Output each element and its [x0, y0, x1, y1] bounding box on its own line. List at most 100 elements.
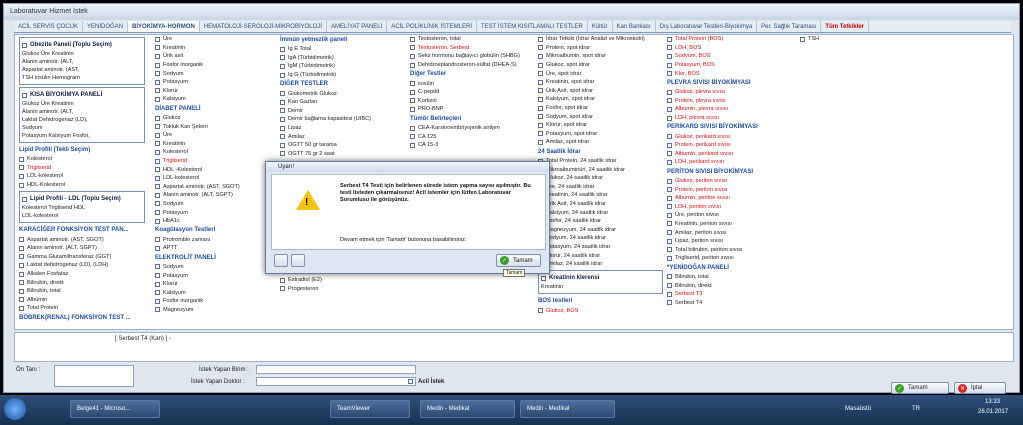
test-checkbox[interactable] [667, 247, 672, 253]
test-item[interactable]: Sodyum, spot idrar [538, 112, 663, 121]
test-item[interactable]: Albumin, plevra sıvısı [667, 105, 795, 114]
test-item[interactable]: Albumin, perikard sıvısı [667, 150, 795, 159]
test-checkbox[interactable] [155, 96, 160, 102]
test-item[interactable]: Demir [280, 107, 398, 116]
test-checkbox[interactable] [667, 255, 672, 261]
test-item[interactable]: Mikroalbumin, spot idrar [538, 52, 663, 61]
test-item[interactable]: Lipaz [280, 124, 398, 133]
ok-button[interactable]: ✓ Tamam [891, 382, 949, 394]
test-item[interactable]: Glukoz, BOS [538, 306, 663, 315]
test-checkbox[interactable] [155, 45, 160, 51]
test-item[interactable]: Albümin [19, 296, 145, 305]
test-item[interactable]: Ürik Asit, spot idrar [538, 87, 663, 96]
test-checkbox[interactable] [538, 105, 543, 111]
test-checkbox[interactable] [155, 298, 160, 304]
task-medin-2[interactable]: Medin - Medikal [520, 400, 615, 418]
test-checkbox[interactable] [800, 36, 805, 42]
test-item[interactable]: Bilirubin, total [19, 287, 145, 296]
test-item[interactable]: Trigliserid [155, 157, 273, 166]
dialog-details-button[interactable] [291, 254, 305, 267]
test-checkbox[interactable] [410, 89, 415, 95]
panel-title[interactable]: KISA BİYOKİMYA PANELİ [22, 90, 142, 100]
test-checkbox[interactable] [19, 165, 24, 171]
test-checkbox[interactable] [667, 274, 672, 280]
panel-checkbox[interactable] [22, 196, 27, 202]
test-item[interactable]: C-peptid [410, 88, 535, 97]
test-item[interactable]: Trigliserid [19, 164, 145, 173]
start-orb-icon[interactable] [4, 398, 26, 420]
test-item[interactable]: Kolesterol [155, 148, 273, 157]
test-item[interactable]: Potasyum, BOS [667, 61, 795, 70]
tab-0[interactable]: ACİL SERVİS ÇOCUK [14, 21, 84, 32]
test-checkbox[interactable] [280, 277, 285, 283]
test-item[interactable]: Kalsiyum [155, 288, 273, 297]
panel-title[interactable]: Lipid Profili - LDL (Toplu Seçim) [22, 194, 142, 204]
test-item[interactable]: Lipaz, periton sıvısı [667, 237, 795, 246]
test-item[interactable]: APTT [155, 244, 273, 253]
task-word[interactable]: Belge41 - Microso... [70, 400, 160, 418]
test-checkbox[interactable] [538, 122, 543, 128]
test-item[interactable]: Alkalen Fosfataz [19, 270, 145, 279]
test-checkbox[interactable] [19, 280, 24, 286]
test-item[interactable]: LDH, plevra sıvısı [667, 114, 795, 123]
test-checkbox[interactable] [155, 53, 160, 59]
test-checkbox[interactable] [155, 192, 160, 198]
test-item[interactable]: HDL-Kolesterol [19, 181, 145, 190]
tab-7[interactable]: Kültür [588, 21, 613, 32]
test-checkbox[interactable] [667, 195, 672, 201]
test-item[interactable]: Amilaz, spot idrar [538, 138, 663, 147]
test-item[interactable]: Ürik Asit, 24 saatlik idrar [538, 200, 663, 209]
test-item[interactable]: Kalsiyum, spot idrar [538, 95, 663, 104]
test-checkbox[interactable] [155, 175, 160, 181]
test-checkbox[interactable] [155, 115, 160, 121]
test-checkbox[interactable] [155, 184, 160, 190]
test-item[interactable]: Protein, perikard sıvısı [667, 141, 795, 150]
test-item[interactable]: Kan Gazları [280, 98, 398, 107]
test-checkbox[interactable] [155, 210, 160, 216]
test-checkbox[interactable] [667, 115, 672, 121]
test-item[interactable]: Sodyum [155, 263, 273, 272]
dialog-ok-button[interactable]: ✓ Tamam [496, 254, 541, 267]
test-item[interactable]: Progesteron [280, 285, 398, 294]
tab-9[interactable]: Dış Laboratuvar Testleri-Biyokimya [656, 21, 758, 32]
test-item[interactable]: CA 125 [410, 132, 535, 141]
test-checkbox[interactable] [280, 46, 285, 52]
test-checkbox[interactable] [280, 55, 285, 61]
test-checkbox[interactable] [538, 62, 543, 68]
test-item[interactable]: Kalsiyum [155, 95, 273, 104]
panel-checkbox[interactable] [541, 275, 546, 281]
test-item[interactable]: Dehidroepiandrosteron-sülfat (DHEA-S) [410, 61, 535, 70]
test-item[interactable]: Glukometrik Glukoz [280, 89, 398, 98]
test-item[interactable]: Testosteron, Serbest [410, 44, 535, 53]
test-item[interactable]: Fosfor inorganik [155, 61, 273, 70]
test-checkbox[interactable] [410, 125, 415, 131]
test-item[interactable]: Üre, 24 saatlik idrar [538, 183, 663, 192]
dialog-copy-button[interactable] [274, 254, 288, 267]
test-item[interactable]: Kreatinin [155, 44, 273, 53]
test-item[interactable]: Total Protein, 24 saatlik idrar [538, 157, 663, 166]
test-item[interactable]: Trigliserid, periton sıvısı [667, 254, 795, 263]
doktor-select[interactable] [256, 377, 416, 386]
test-item[interactable]: Ürik asit [155, 52, 273, 61]
test-item[interactable]: Albumin, periton sıvısı [667, 194, 795, 203]
test-checkbox[interactable] [155, 218, 160, 224]
test-item[interactable]: Sodyum, 24 saatlik idrar [538, 234, 663, 243]
test-item[interactable]: LDH, BOS [667, 44, 795, 53]
test-checkbox[interactable] [280, 151, 285, 157]
test-item[interactable]: Alanin aminotr. (ALT, SGPT) [19, 244, 145, 253]
test-item[interactable]: Klorür, spot idrar [538, 121, 663, 130]
test-item[interactable]: Klor, BOS [667, 69, 795, 78]
test-checkbox[interactable] [667, 230, 672, 236]
test-item[interactable]: Potasyum [155, 271, 273, 280]
test-checkbox[interactable] [667, 151, 672, 157]
test-item[interactable]: Protein, periton sıvısı [667, 185, 795, 194]
test-checkbox[interactable] [410, 81, 415, 87]
test-item[interactable]: Estradiol (E2) [280, 276, 398, 285]
test-item[interactable]: Demir bağlama kapasitesi (UIBC) [280, 115, 398, 124]
test-item[interactable]: TSH [800, 35, 900, 44]
test-checkbox[interactable] [667, 159, 672, 165]
test-checkbox[interactable] [155, 158, 160, 164]
test-checkbox[interactable] [19, 182, 24, 188]
test-item[interactable]: Potasyum [155, 78, 273, 87]
test-checkbox[interactable] [667, 45, 672, 51]
